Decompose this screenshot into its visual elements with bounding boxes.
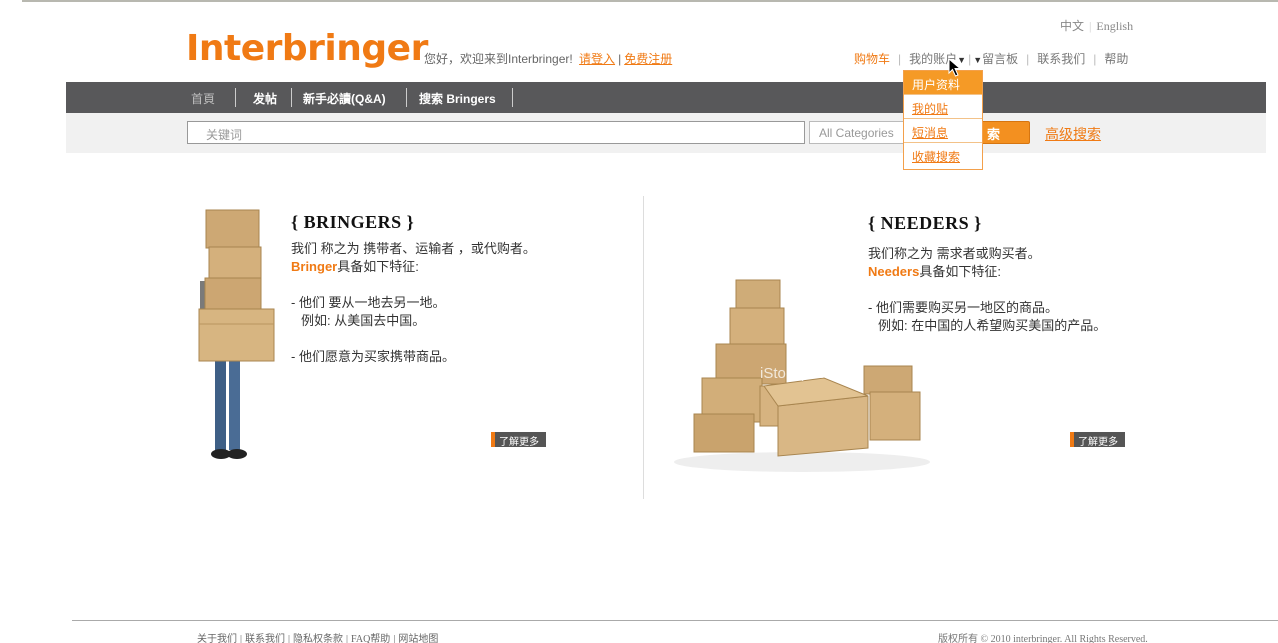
main-nav-bar	[66, 82, 1266, 113]
footer-sitemap-link[interactable]: 网站地图	[398, 634, 438, 643]
nav-post[interactable]: 发帖	[253, 90, 277, 107]
welcome-bar: 您好，欢迎来到Interbringer! 请登入 | 免费注册	[424, 52, 673, 66]
site-logo[interactable]: Interbringer	[186, 28, 428, 69]
needers-title: { NEEDERS }	[868, 213, 982, 233]
footer-rule	[72, 620, 1278, 621]
login-link[interactable]: 请登入	[579, 52, 615, 66]
lang-zh-link[interactable]: 中文	[1060, 19, 1084, 33]
section-divider	[643, 196, 644, 499]
top-nav: 购物车 | 我的账户▼ | ▼留言板 | 联系我们 | 帮助	[854, 52, 1129, 66]
category-select[interactable]: All Categories	[809, 121, 909, 144]
bringers-item1-example: 例如: 从美国去中国。	[301, 313, 426, 328]
footer-contact-link[interactable]: 联系我们	[245, 634, 285, 643]
menu-item-saved-searches[interactable]: 收藏搜索	[904, 143, 982, 167]
top-rule	[22, 0, 1278, 2]
bringers-item2: - 他们愿意为买家携带商品。	[291, 349, 455, 364]
welcome-text: 您好，欢迎来到Interbringer!	[424, 52, 573, 66]
bringers-title: { BRINGERS }	[291, 212, 415, 232]
nav-divider	[291, 88, 292, 107]
istockphoto-watermark: iStockphoto	[760, 365, 838, 382]
bringers-item1: - 他们 要从一地去另一地。	[291, 295, 446, 310]
cart-link[interactable]: 购物车	[854, 52, 890, 66]
nav-divider	[235, 88, 236, 107]
account-dropdown-menu: 用户资料 我的贴 短消息 收藏搜索	[903, 70, 983, 170]
needers-learn-more-button[interactable]: 了解更多	[1070, 432, 1125, 448]
footer-privacy-link[interactable]: 隐私权条款	[293, 634, 343, 643]
nav-divider	[512, 88, 513, 107]
bringers-feature-label: 具备如下特征:	[337, 259, 419, 274]
nav-divider	[406, 88, 407, 107]
bringers-learn-more-button[interactable]: 了解更多	[491, 432, 546, 448]
mouse-cursor-icon	[948, 58, 962, 77]
needers-line1: 我们称之为 需求者或购买者。	[868, 246, 1041, 261]
keyword-search-input[interactable]: 关键词	[187, 121, 805, 144]
bringer-highlight: Bringer	[291, 259, 338, 274]
bringer-illustration	[198, 209, 275, 459]
needers-item1: - 他们需要购买另一地区的商品。	[868, 300, 1058, 315]
nav-qa[interactable]: 新手必讀(Q&A)	[303, 90, 386, 107]
bringers-line2: Bringer具备如下特征:	[291, 258, 419, 276]
footer-faq-link[interactable]: FAQ帮助	[351, 634, 390, 643]
language-switch: 中文 | English	[1060, 19, 1134, 33]
needers-feature-label: 具备如下特征:	[919, 264, 1001, 279]
bringers-line1: 我们 称之为 携带者、运输者 ，或代购者。	[291, 241, 536, 256]
help-link[interactable]: 帮助	[1104, 52, 1128, 66]
needers-item1-example: 例如: 在中国的人希望购买美国的产品。	[878, 318, 1107, 333]
chevron-down-icon: ▼	[973, 55, 983, 65]
nav-search-bringers[interactable]: 搜索 Bringers	[419, 90, 496, 107]
register-link[interactable]: 免费注册	[624, 52, 672, 66]
copyright-text: 版权所有 © 2010 interbringer. All Rights Res…	[938, 634, 1148, 643]
menu-item-my-posts[interactable]: 我的贴	[904, 95, 982, 119]
nav-home[interactable]: 首頁	[191, 90, 215, 107]
menu-item-profile[interactable]: 用户资料	[904, 71, 982, 95]
footer-links: 关于我们 | 联系我们 | 隐私权条款 | FAQ帮助 | 网站地图	[197, 634, 439, 643]
needers-line2: Needers具备如下特征:	[868, 263, 1001, 281]
footer-about-link[interactable]: 关于我们	[197, 634, 237, 643]
menu-item-messages[interactable]: 短消息	[904, 119, 982, 143]
needers-highlight: Needers	[868, 264, 920, 279]
advanced-search-link[interactable]: 高级搜索	[1045, 124, 1101, 144]
message-board-link[interactable]: 留言板	[982, 52, 1018, 66]
contact-link[interactable]: 联系我们	[1037, 52, 1085, 66]
lang-en-link[interactable]: English	[1096, 19, 1133, 33]
